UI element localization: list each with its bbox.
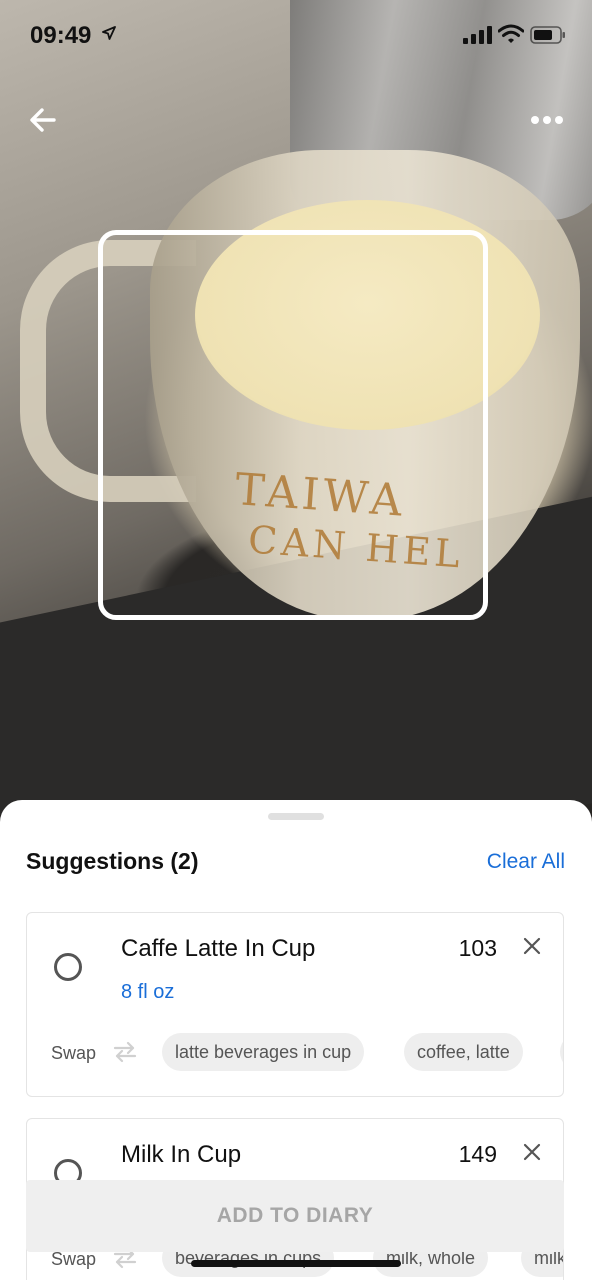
signal-icon [463,26,492,44]
suggestion-card[interactable]: Caffe Latte In Cup 103 8 fl oz Swap latt… [26,912,564,1097]
serving-size-link[interactable]: 8 fl oz [121,981,174,1004]
status-bar: 09:49 [0,0,592,70]
arrow-left-icon [30,108,56,132]
wifi-icon [498,24,524,43]
more-options-button[interactable] [524,104,570,136]
swap-label: Swap [51,1043,97,1063]
swap-arrows-icon [113,1041,137,1063]
swap-chip[interactable]: coffee, latte [404,1033,523,1071]
more-horizontal-icon [531,116,563,124]
clear-all-button[interactable]: Clear All [487,850,565,874]
close-icon[interactable] [523,1143,541,1161]
status-time: 09:49 [30,22,92,49]
sheet-grabber[interactable] [268,813,324,820]
battery-icon [530,26,565,44]
food-name: Milk In Cup [121,1141,242,1168]
suggestions-sheet: Suggestions (2) Clear All Caffe Latte In… [0,800,592,1280]
swap-chip-overflow[interactable] [560,1033,563,1071]
calorie-count: 103 [458,935,497,961]
swap-label: Swap [51,1249,97,1269]
back-button[interactable] [24,100,64,140]
swap-chip[interactable]: latte beverages in cup [162,1033,365,1071]
location-arrow-icon [102,26,116,45]
close-icon[interactable] [523,937,541,955]
detection-frame[interactable] [98,230,488,620]
home-indicator [191,1260,401,1267]
add-to-diary-button[interactable]: ADD TO DIARY [26,1180,564,1252]
food-name: Caffe Latte In Cup [121,935,316,962]
add-to-diary-bar: ADD TO DIARY [26,1180,564,1252]
select-radio[interactable] [54,953,82,981]
calorie-count: 149 [458,1141,497,1167]
suggestions-title: Suggestions (2) [26,848,199,874]
